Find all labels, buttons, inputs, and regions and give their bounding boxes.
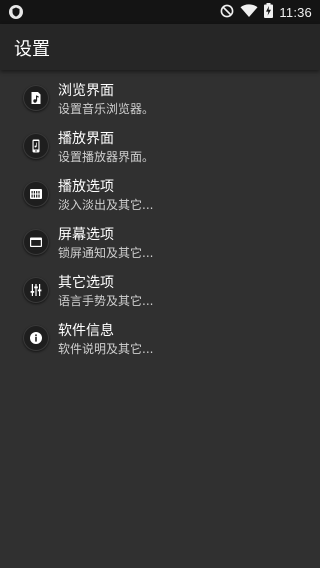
music-file-icon bbox=[23, 85, 49, 111]
page-title: 设置 bbox=[14, 39, 50, 60]
item-subtitle: 设置播放器界面。 bbox=[58, 150, 155, 164]
status-bar: 11:36 bbox=[0, 0, 320, 24]
app-toolbar: 设置 bbox=[0, 24, 320, 70]
item-title: 软件信息 bbox=[58, 323, 114, 339]
item-subtitle: 软件说明及其它... bbox=[58, 342, 154, 356]
status-time: 11:36 bbox=[279, 4, 312, 20]
settings-item-browse-ui[interactable]: 浏览界面 设置音乐浏览器。 bbox=[0, 78, 320, 126]
info-icon bbox=[23, 325, 49, 351]
do-not-disturb-icon bbox=[220, 3, 234, 22]
settings-item-player-ui[interactable]: 播放界面 设置播放器界面。 bbox=[0, 126, 320, 174]
item-title: 其它选项 bbox=[58, 275, 114, 291]
phone-player-icon bbox=[23, 133, 49, 159]
window-icon bbox=[23, 229, 49, 255]
settings-item-playback-options[interactable]: 播放选项 淡入淡出及其它... bbox=[0, 174, 320, 222]
item-subtitle: 淡入淡出及其它... bbox=[58, 198, 154, 212]
item-subtitle: 锁屏通知及其它... bbox=[58, 246, 154, 260]
item-title: 屏幕选项 bbox=[58, 227, 114, 243]
item-title: 播放选项 bbox=[58, 179, 114, 195]
wifi-icon bbox=[240, 3, 258, 22]
shield-icon bbox=[8, 4, 24, 20]
sliders-icon bbox=[23, 277, 49, 303]
settings-list: 浏览界面 设置音乐浏览器。 播放界面 设置播放器界面。 播放选项 淡入淡出及其它… bbox=[0, 78, 320, 366]
equalizer-icon bbox=[23, 181, 49, 207]
settings-item-software-info[interactable]: 软件信息 软件说明及其它... bbox=[0, 318, 320, 366]
settings-item-other-options[interactable]: 其它选项 语言手势及其它... bbox=[0, 270, 320, 318]
settings-item-screen-options[interactable]: 屏幕选项 锁屏通知及其它... bbox=[0, 222, 320, 270]
item-title: 播放界面 bbox=[58, 131, 114, 147]
item-subtitle: 语言手势及其它... bbox=[58, 294, 154, 308]
battery-charging-icon bbox=[264, 2, 274, 22]
item-title: 浏览界面 bbox=[58, 83, 114, 99]
item-subtitle: 设置音乐浏览器。 bbox=[58, 102, 155, 116]
